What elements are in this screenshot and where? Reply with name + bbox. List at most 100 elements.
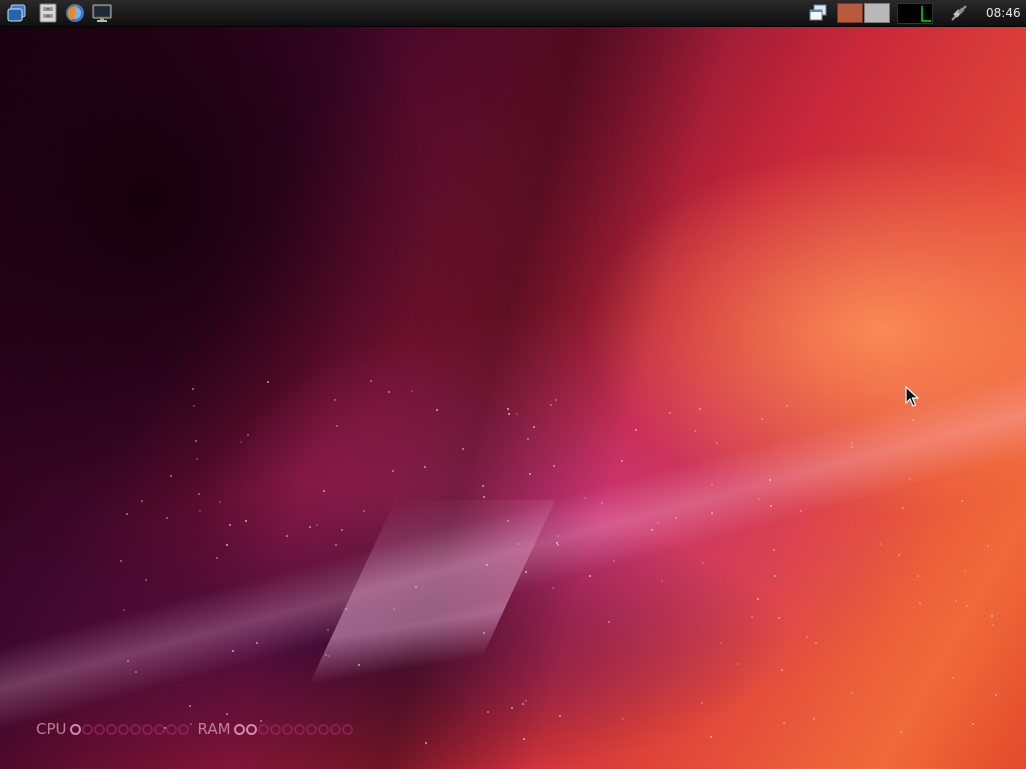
star <box>524 571 527 574</box>
star <box>191 387 194 390</box>
cpu-graph[interactable] <box>897 3 933 24</box>
star <box>415 585 418 588</box>
star <box>757 498 760 501</box>
ram-label: RAM <box>197 720 231 738</box>
star <box>850 442 853 445</box>
star <box>120 560 123 563</box>
clock[interactable]: 08:46 <box>986 6 1021 20</box>
star <box>189 705 192 708</box>
star <box>554 399 557 402</box>
web-browser-button[interactable] <box>64 2 86 24</box>
star <box>525 700 528 703</box>
star <box>326 628 329 631</box>
star <box>694 430 697 433</box>
star <box>357 663 360 666</box>
star <box>369 380 372 382</box>
meter-dot <box>81 723 93 735</box>
star <box>392 607 395 610</box>
star <box>806 636 809 639</box>
star <box>246 434 249 437</box>
star <box>584 496 587 499</box>
meter-dot <box>117 723 129 735</box>
star <box>768 478 771 481</box>
star <box>656 522 659 525</box>
wallpaper-stars <box>0 0 1026 769</box>
star <box>516 542 519 545</box>
star <box>344 607 347 610</box>
meter-dot <box>233 723 245 735</box>
workspace-1-button[interactable] <box>837 3 863 23</box>
star <box>777 616 780 619</box>
meter-dot <box>293 723 305 735</box>
star <box>425 741 428 744</box>
star <box>715 442 718 445</box>
star <box>516 413 519 416</box>
star <box>123 609 126 612</box>
star <box>481 485 484 488</box>
cpu-meter <box>69 723 189 735</box>
network-disconnected-icon <box>951 5 967 21</box>
meter-dot <box>165 723 177 735</box>
star <box>783 722 786 725</box>
star <box>760 418 763 421</box>
star <box>410 390 413 393</box>
star <box>255 641 258 644</box>
star <box>912 418 915 421</box>
star <box>549 403 552 406</box>
meter-dot <box>177 723 189 735</box>
star <box>194 440 197 443</box>
star <box>972 722 975 725</box>
star <box>240 440 243 443</box>
star <box>197 492 200 495</box>
star <box>391 469 394 472</box>
star <box>901 507 904 510</box>
desktop[interactable]: 08:46 CPU RAM <box>0 0 1026 769</box>
star <box>231 649 234 652</box>
meter-dot <box>329 723 341 735</box>
star <box>786 404 789 407</box>
star <box>508 413 511 416</box>
star <box>812 718 815 721</box>
star <box>462 448 465 451</box>
star <box>621 459 624 462</box>
star <box>362 510 365 513</box>
mouse-pointer-icon <box>905 385 920 412</box>
workspace-2-button[interactable] <box>864 3 890 23</box>
meter-dot <box>105 723 117 735</box>
application-menu-icon <box>7 4 26 22</box>
application-menu-button[interactable] <box>6 2 28 24</box>
web-browser-icon <box>66 4 84 22</box>
star <box>423 465 426 468</box>
star <box>551 587 554 590</box>
star <box>226 544 229 547</box>
star <box>169 475 172 477</box>
windows-icon <box>809 4 827 21</box>
star <box>529 472 532 475</box>
star <box>229 524 231 527</box>
star <box>635 428 638 431</box>
network-button[interactable] <box>949 3 969 23</box>
star <box>669 411 672 414</box>
star <box>334 543 337 546</box>
star <box>215 556 218 559</box>
star <box>387 390 390 393</box>
star <box>286 535 289 538</box>
star <box>507 407 510 410</box>
star <box>815 641 818 644</box>
cpu-graph-line <box>921 6 931 22</box>
star <box>510 706 513 709</box>
star <box>701 701 704 704</box>
meter-dot <box>305 723 317 735</box>
terminal-button[interactable] <box>91 2 113 24</box>
star <box>952 676 955 679</box>
star <box>772 548 775 551</box>
star <box>588 575 591 578</box>
star <box>770 504 773 507</box>
star <box>800 510 803 513</box>
star <box>334 398 337 401</box>
star <box>964 570 967 573</box>
meter-dot <box>245 723 257 735</box>
window-list-button[interactable] <box>808 3 828 23</box>
file-manager-button[interactable] <box>37 2 59 24</box>
star <box>267 381 270 384</box>
